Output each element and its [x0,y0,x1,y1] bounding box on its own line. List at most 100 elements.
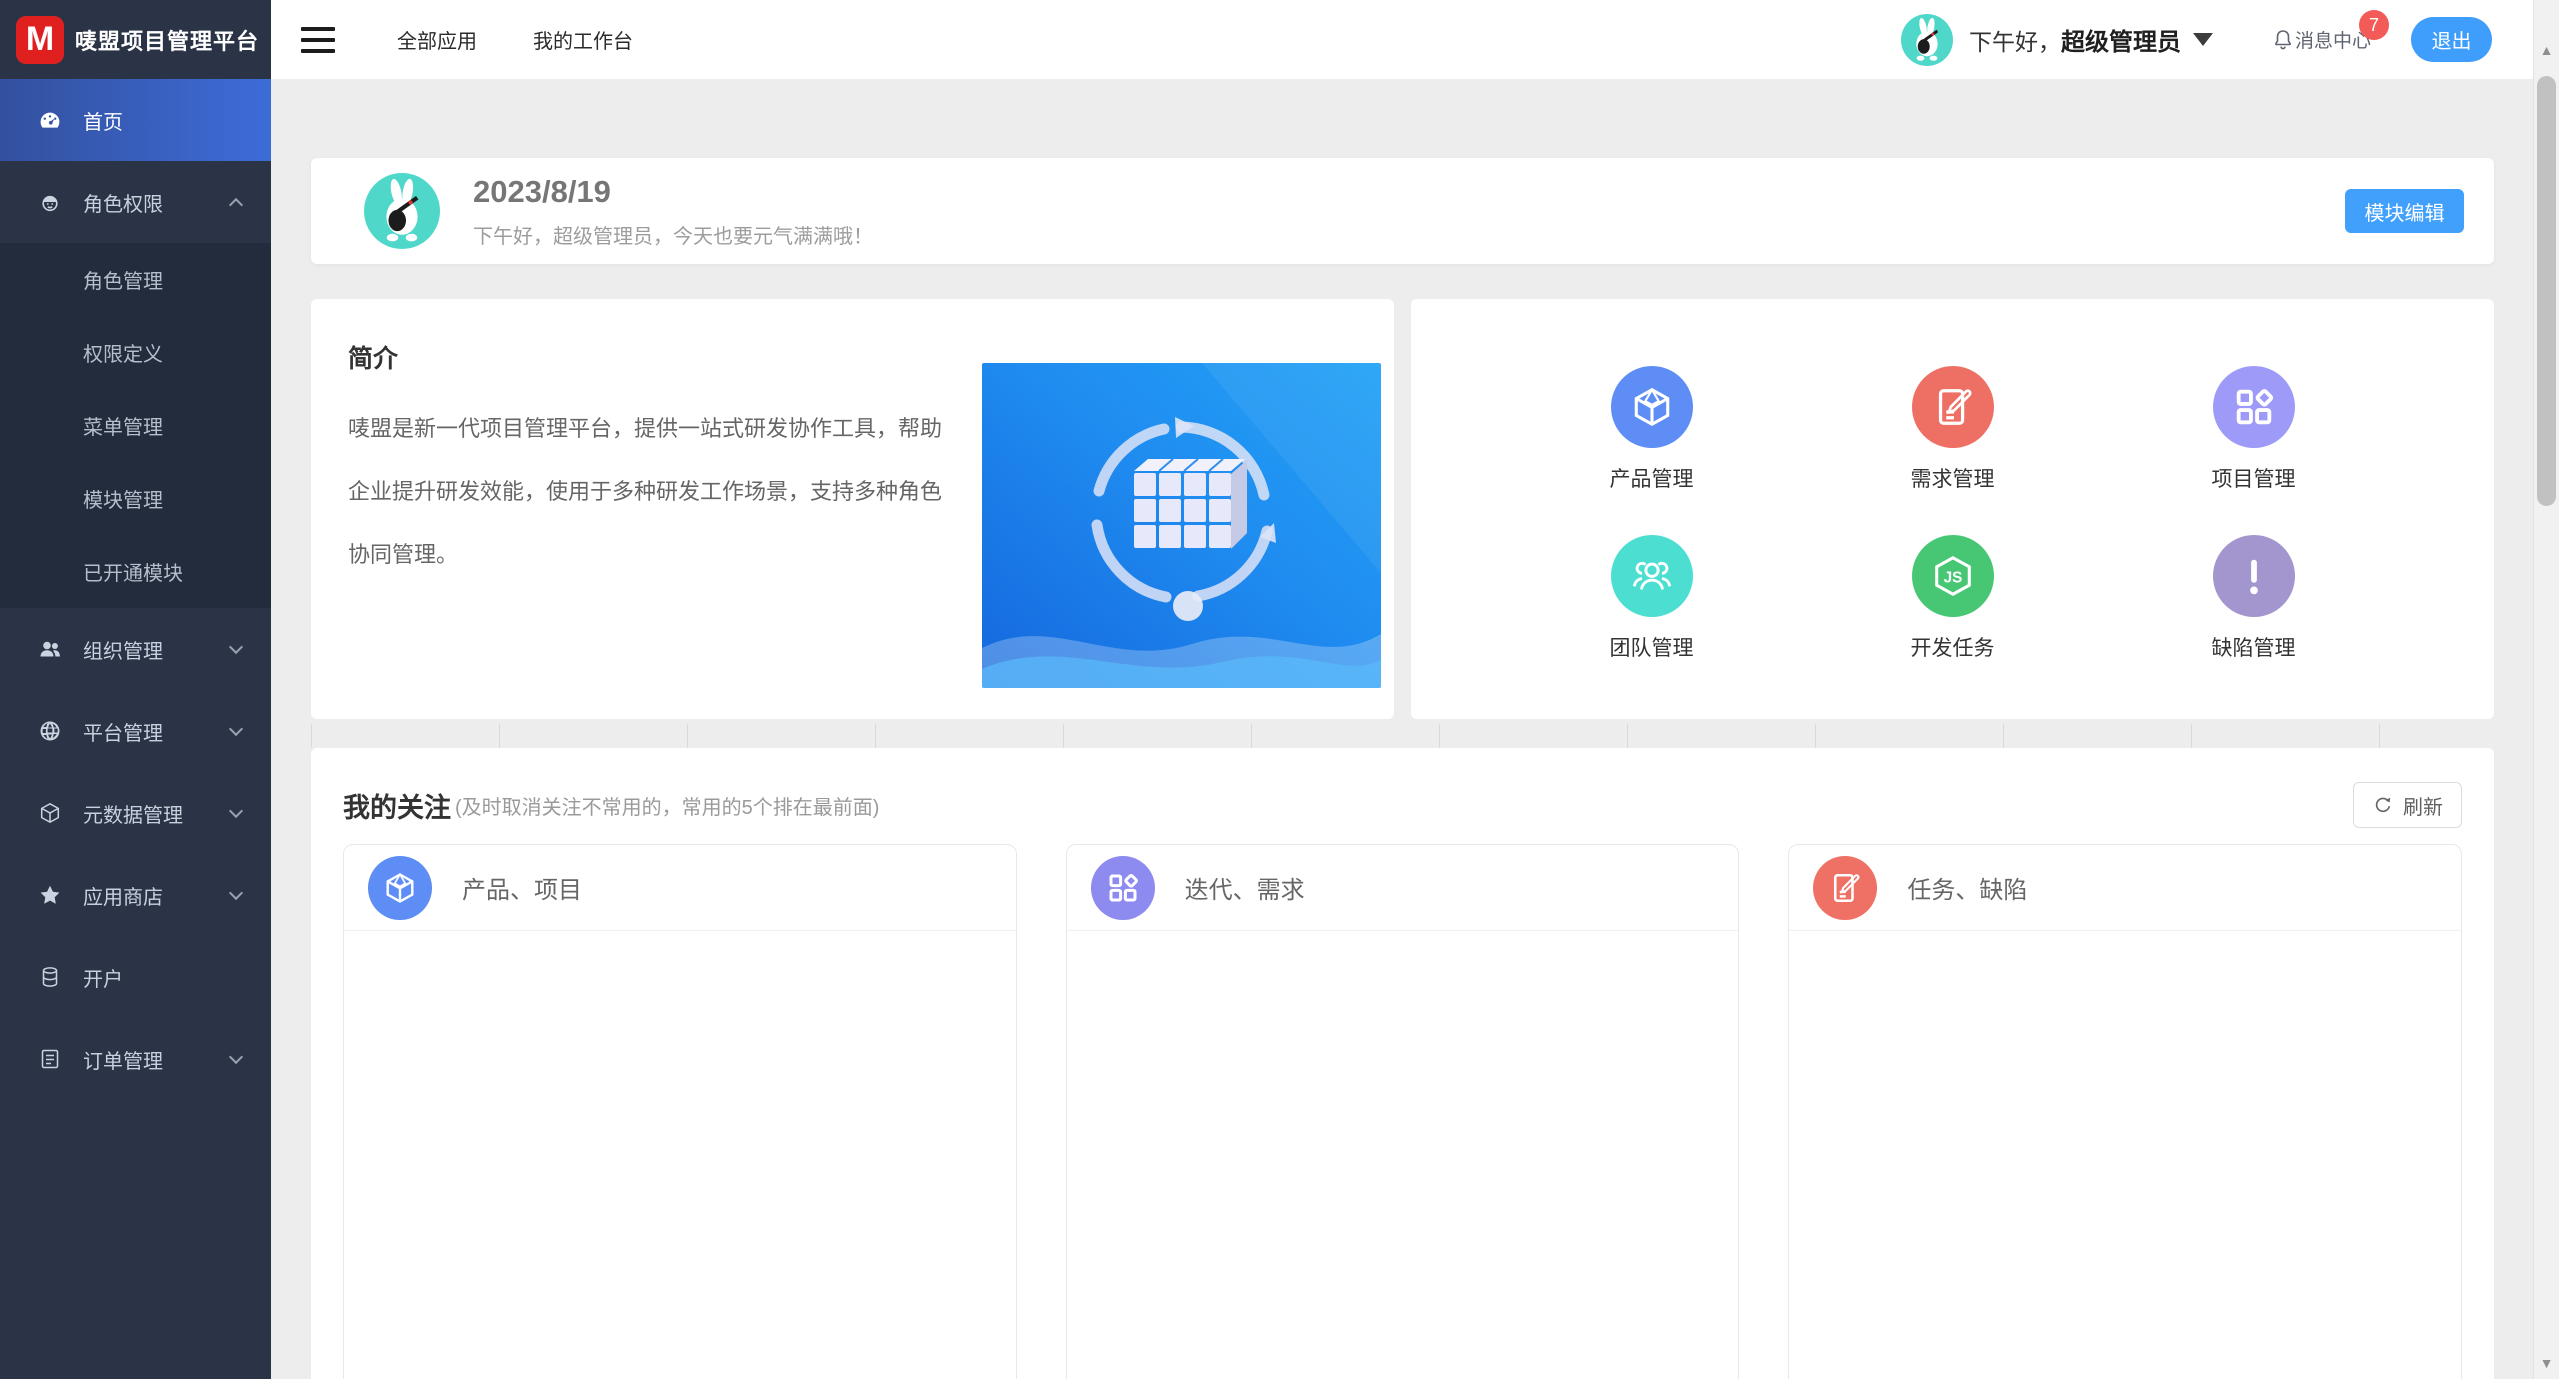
overview-row: 简介 唛盟是新一代项目管理平台，提供一站式研发协作工具，帮助企业提升研发效能，使… [311,299,2494,719]
sidebar-item-appstore[interactable]: 应用商店 [0,854,271,936]
module-product-management[interactable]: 产品管理 [1610,366,1694,493]
module-label: 缺陷管理 [2212,632,2296,662]
intro-card: 简介 唛盟是新一代项目管理平台，提供一站式研发协作工具，帮助企业提升研发效能，使… [311,299,1394,719]
module-label: 产品管理 [1610,463,1694,493]
logout-button[interactable]: 退出 [2411,17,2492,62]
follow-title: 我的关注 [343,786,451,825]
exclamation-icon [2231,553,2277,599]
main-content: 2023/8/19 下午好，超级管理员，今天也要元气满满哦！ 模块编辑 简介 唛… [271,79,2533,1379]
follow-card-label: 产品、项目 [462,870,582,905]
database-icon [38,965,62,989]
sidebar-item-label: 元数据管理 [83,799,183,828]
intro-text: 唛盟是新一代项目管理平台，提供一站式研发协作工具，帮助企业提升研发效能，使用于多… [348,397,958,586]
sidebar-subitem-opened-modules[interactable]: 已开通模块 [0,535,271,608]
modules-card: 产品管理 需求管理 [1411,299,2494,719]
follow-card-product-project: 产品、项目 [343,844,1017,1379]
chevron-down-icon [2193,33,2213,46]
sidebar-item-label: 订单管理 [83,1045,163,1074]
module-label: 需求管理 [1911,463,1995,493]
cube-outline-icon [38,801,62,825]
module-label: 开发任务 [1911,632,1995,662]
sidebar-item-label: 组织管理 [83,635,163,664]
menu-all-apps[interactable]: 全部应用 [397,25,477,54]
grid-diamond-icon [1105,870,1141,906]
topbar: M 唛盟项目管理平台 全部应用 我的工作台 [0,0,2559,79]
sidebar-subitem-menu-management[interactable]: 菜单管理 [0,389,271,462]
rabbit-avatar-icon [364,173,440,249]
sidebar-item-metadata[interactable]: 元数据管理 [0,772,271,854]
refresh-label: 刷新 [2403,791,2443,820]
sidebar-item-role-permission[interactable]: 角色权限 [0,161,271,243]
sidebar-subitem-permission-definition[interactable]: 权限定义 [0,316,271,389]
chevron-down-icon [229,721,243,735]
welcome-date: 2023/8/19 [473,174,873,210]
hamburger-menu-icon[interactable] [301,27,335,53]
user-avatar[interactable] [1901,14,1953,66]
welcome-message: 下午好，超级管理员，今天也要元气满满哦！ [473,220,873,249]
scrollbar-thumb[interactable] [2537,76,2556,506]
sidebar-item-label: 应用商店 [83,881,163,910]
refresh-icon [2372,794,2394,816]
scroll-up-icon[interactable]: ▲ [2534,42,2559,58]
sidebar-item-organization[interactable]: 组织管理 [0,608,271,690]
grid-ticks [311,724,2494,748]
sidebar-subitem-role-management[interactable]: 角色管理 [0,243,271,316]
cube-icon [1629,384,1675,430]
sidebar-item-home[interactable]: 首页 [0,79,271,161]
sidebar-item-open-account[interactable]: 开户 [0,936,271,1018]
module-requirement-management[interactable]: 需求管理 [1911,366,1995,493]
topbar-right: 下午好，超级管理员 消息中心 7 退出 [1901,14,2559,66]
organization-users-icon [38,637,62,661]
follow-cards: 产品、项目 迭代、需求 [343,844,2462,1379]
follow-card-iteration-requirement: 迭代、需求 [1066,844,1740,1379]
doc-edit-icon [1827,870,1863,906]
follow-card-task-defect: 任务、缺陷 [1788,844,2462,1379]
module-project-management[interactable]: 项目管理 [2212,366,2296,493]
module-label: 项目管理 [2212,463,2296,493]
role-permission-submenu: 角色管理 权限定义 菜单管理 模块管理 已开通模块 [0,243,271,608]
message-center[interactable]: 消息中心 7 [2271,26,2371,53]
module-team-management[interactable]: 团队管理 [1610,535,1694,662]
chevron-down-icon [229,1049,243,1063]
team-icon [1629,553,1675,599]
order-document-icon [38,1047,62,1071]
top-menu: 全部应用 我的工作台 [397,25,633,54]
module-dev-tasks[interactable]: JS 开发任务 [1911,535,1995,662]
logo[interactable]: M 唛盟项目管理平台 [0,0,271,79]
sidebar-subitem-module-management[interactable]: 模块管理 [0,462,271,535]
intro-banner-illustration [982,363,1381,688]
module-edit-button[interactable]: 模块编辑 [2345,189,2464,233]
svg-text:JS: JS [1943,569,1962,586]
logo-m-icon: M [16,16,64,64]
follow-card-header: 产品、项目 [344,845,1016,931]
cube-icon [382,870,418,906]
follow-subtitle: (及时取消关注不常用的，常用的5个排在最前面) [455,791,879,820]
globe-icon [38,719,62,743]
js-hexagon-icon: JS [1930,553,1976,599]
vertical-scrollbar[interactable]: ▲ ▼ [2533,0,2559,1379]
sidebar-item-platform[interactable]: 平台管理 [0,690,271,772]
chevron-down-icon [229,885,243,899]
sidebar-item-label: 首页 [83,106,123,135]
menu-my-workbench[interactable]: 我的工作台 [533,25,633,54]
scroll-down-icon[interactable]: ▼ [2534,1355,2559,1371]
refresh-button[interactable]: 刷新 [2353,782,2462,828]
welcome-text: 2023/8/19 下午好，超级管理员，今天也要元气满满哦！ [473,174,873,249]
greeting-prefix: 下午好， [1969,23,2061,57]
user-greeting-dropdown[interactable]: 下午好，超级管理员 [1969,22,2213,57]
grid-diamond-icon [2231,384,2277,430]
follow-card-label: 任务、缺陷 [1907,870,2027,905]
bell-icon [2271,28,2295,52]
module-label: 团队管理 [1610,632,1694,662]
app-title: 唛盟项目管理平台 [75,24,259,56]
sidebar-item-orders[interactable]: 订单管理 [0,1018,271,1100]
chevron-down-icon [229,803,243,817]
module-defect-management[interactable]: 缺陷管理 [2212,535,2296,662]
sidebar-item-label: 开户 [83,963,123,992]
username: 超级管理员 [2061,22,2181,57]
role-user-icon [38,190,62,214]
message-badge: 7 [2359,10,2389,40]
follow-card-header: 迭代、需求 [1067,845,1739,931]
welcome-avatar [364,173,440,249]
follow-header: 我的关注 (及时取消关注不常用的，常用的5个排在最前面) 刷新 [343,782,2462,828]
